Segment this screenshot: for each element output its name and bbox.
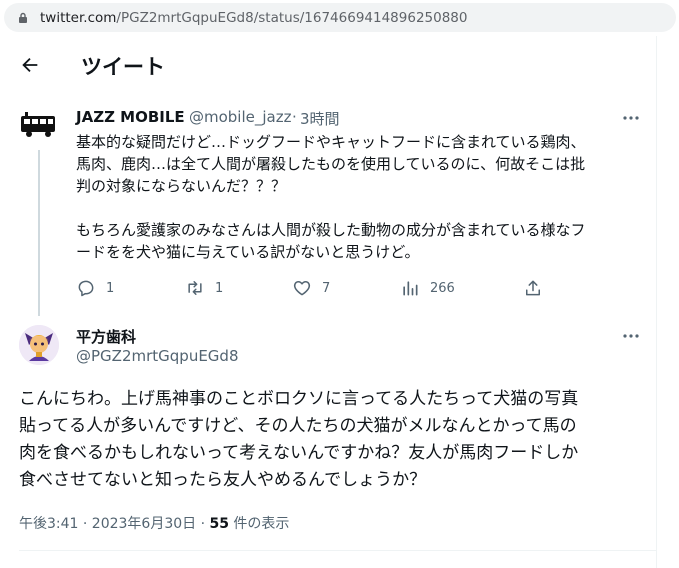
parent-display-name[interactable]: JAZZ MOBILE bbox=[76, 108, 185, 126]
tweet-line: 肉を食べるかもしれないって考えないんですかね？友人が馬肉フードしか bbox=[19, 443, 579, 463]
retweet-icon bbox=[188, 281, 202, 295]
url-text[interactable]: twitter.com/PGZ2mrtGqpuEGd8/status/16746… bbox=[40, 10, 467, 26]
share-icon bbox=[526, 280, 540, 296]
tweet-line: こんにちわ。上げ馬神事のことボロクソに言ってる人たちって犬猫の写真 bbox=[19, 389, 579, 409]
site-info-icon[interactable] bbox=[17, 12, 29, 24]
profile-character-icon bbox=[19, 325, 59, 365]
views-button[interactable]: 266 bbox=[400, 277, 455, 299]
parent-tweet-text: 基本的な疑問だけど…ドッグフードやキャットフードに含まれている鶏肉、 馬肉、鹿肉… bbox=[76, 131, 656, 263]
tweet-timestamp[interactable]: 午後3:41 · 2023年6月30日 · bbox=[19, 516, 210, 532]
retweet-button[interactable]: 1 bbox=[185, 277, 223, 299]
tweet-line: ードをを犬や猫に与えている訳がないと思うけど。 bbox=[76, 243, 420, 261]
tweet-line: 判の対象にならないんだ？？？ bbox=[76, 177, 287, 195]
avatar-heikata[interactable] bbox=[19, 325, 59, 365]
share-button[interactable] bbox=[523, 277, 543, 299]
section-divider bbox=[19, 550, 657, 551]
retweet-count: 1 bbox=[215, 280, 224, 296]
url-domain: twitter.com bbox=[40, 10, 117, 26]
tweet-view-label: 件の表示 bbox=[228, 516, 290, 532]
handle-time-separator: · bbox=[292, 108, 297, 126]
thread-connector-line bbox=[38, 150, 40, 316]
parent-timestamp[interactable]: 3時間 bbox=[300, 108, 340, 129]
reply-icon bbox=[78, 280, 94, 297]
like-count: 7 bbox=[322, 280, 331, 296]
browser-address-bar: twitter.com/PGZ2mrtGqpuEGd8/status/16746… bbox=[0, 0, 679, 36]
view-count: 266 bbox=[430, 280, 455, 296]
main-tweet-text: こんにちわ。上げ馬神事のことボロクソに言ってる人たちって犬猫の写真 貼ってる人が… bbox=[19, 386, 659, 494]
page-title: ツイート bbox=[81, 55, 165, 79]
reply-count: 1 bbox=[106, 280, 115, 296]
avatar-jazz-mobile[interactable] bbox=[19, 104, 59, 144]
back-arrow-icon[interactable] bbox=[19, 54, 41, 76]
url-path: /PGZ2mrtGqpuEGd8/status/1674669414896250… bbox=[116, 10, 468, 26]
tweet-line: 馬肉、鹿肉…は全て人間が屠殺したものを使用しているのに、何故そこは批 bbox=[76, 155, 586, 173]
reply-button[interactable]: 1 bbox=[76, 277, 114, 299]
author-display-name[interactable]: 平方歯科 bbox=[76, 326, 136, 347]
parent-handle[interactable]: @mobile_jazz bbox=[189, 108, 291, 126]
tweet-line: 貼ってる人が多いんですけど、その人たちの犬猫がメルなんとかって馬の bbox=[19, 416, 577, 436]
more-options-icon[interactable] bbox=[622, 109, 640, 127]
url-input[interactable]: twitter.com/PGZ2mrtGqpuEGd8/status/16746… bbox=[4, 3, 676, 32]
tweet-line: 基本的な疑問だけど…ドッグフードやキャットフードに含まれている鶏肉、 bbox=[76, 133, 586, 151]
tweet-view-count: 55 bbox=[209, 516, 229, 532]
author-handle[interactable]: @PGZ2mrtGqpuEGd8 bbox=[76, 347, 239, 365]
like-button[interactable]: 7 bbox=[292, 277, 330, 299]
tweet-metadata: 午後3:41 · 2023年6月30日 · 55 件の表示 bbox=[19, 513, 289, 533]
more-options-icon[interactable] bbox=[622, 327, 640, 345]
heart-icon bbox=[293, 281, 311, 296]
tweet-line: もちろん愛護家のみなさんは人間が殺した動物の成分が含まれている様なフ bbox=[76, 221, 586, 239]
jazz-mobile-logo-icon bbox=[21, 112, 55, 137]
analytics-icon bbox=[403, 281, 418, 296]
tweet-line: 食べさせてないと知ったら友人やめるんでしょうか？ bbox=[19, 470, 427, 490]
tweet-line bbox=[76, 197, 656, 219]
